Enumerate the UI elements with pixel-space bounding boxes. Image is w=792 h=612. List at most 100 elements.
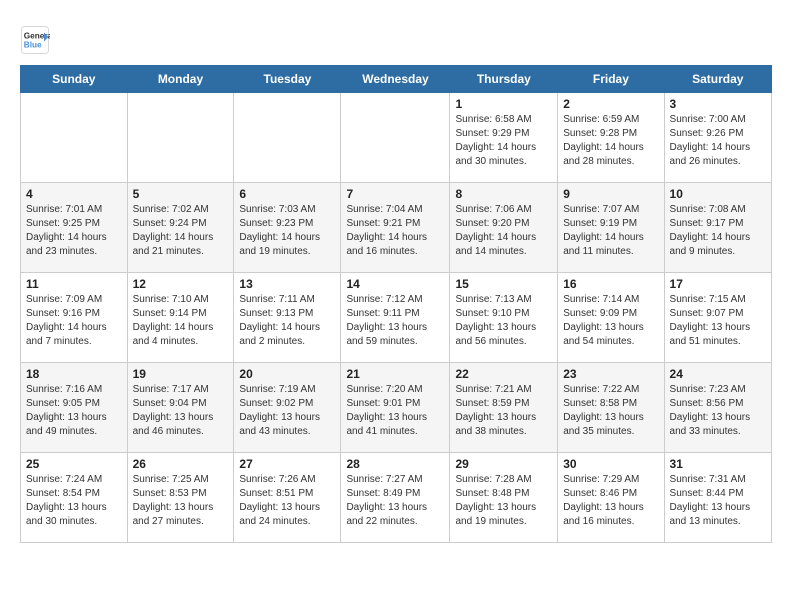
day-info: Sunrise: 7:17 AM Sunset: 9:04 PM Dayligh… (133, 383, 229, 439)
day-of-week-header: Monday (127, 66, 234, 93)
calendar-cell: 11 Sunrise: 7:09 AM Sunset: 9:16 PM Dayli… (21, 273, 128, 363)
calendar-cell: 18 Sunrise: 7:16 AM Sunset: 9:05 PM Dayli… (21, 363, 128, 453)
day-of-week-header: Tuesday (234, 66, 341, 93)
day-number: 11 (26, 277, 122, 291)
calendar-cell: 8 Sunrise: 7:06 AM Sunset: 9:20 PM Daylig… (450, 183, 558, 273)
day-number: 2 (563, 97, 658, 111)
calendar-cell (234, 93, 341, 183)
day-number: 17 (670, 277, 766, 291)
day-info: Sunrise: 7:21 AM Sunset: 8:59 PM Dayligh… (455, 383, 552, 439)
day-number: 29 (455, 457, 552, 471)
calendar-week-row: 18 Sunrise: 7:16 AM Sunset: 9:05 PM Dayli… (21, 363, 772, 453)
day-info: Sunrise: 7:10 AM Sunset: 9:14 PM Dayligh… (133, 293, 229, 349)
calendar-cell: 28 Sunrise: 7:27 AM Sunset: 8:49 PM Dayli… (341, 453, 450, 543)
day-info: Sunrise: 7:19 AM Sunset: 9:02 PM Dayligh… (239, 383, 335, 439)
calendar-cell: 27Sunrise: 7:26 AM Sunset: 8:51 PM Dayli… (234, 453, 341, 543)
svg-text:Blue: Blue (24, 41, 42, 50)
day-number: 28 (346, 457, 444, 471)
calendar-cell: 4Sunrise: 7:01 AM Sunset: 9:25 PM Daylig… (21, 183, 128, 273)
day-number: 8 (455, 187, 552, 201)
calendar-table: SundayMondayTuesdayWednesdayThursdayFrid… (20, 65, 772, 543)
calendar-cell: 21 Sunrise: 7:20 AM Sunset: 9:01 PM Dayli… (341, 363, 450, 453)
calendar-week-row: 4Sunrise: 7:01 AM Sunset: 9:25 PM Daylig… (21, 183, 772, 273)
calendar-cell: 20 Sunrise: 7:19 AM Sunset: 9:02 PM Dayli… (234, 363, 341, 453)
calendar-cell: 3 Sunrise: 7:00 AM Sunset: 9:26 PM Daylig… (664, 93, 771, 183)
calendar-cell (21, 93, 128, 183)
day-number: 26 (133, 457, 229, 471)
logo-icon: General Blue (20, 25, 50, 55)
day-number: 31 (670, 457, 766, 471)
calendar-cell: 1 Sunrise: 6:58 AM Sunset: 9:29 PM Daylig… (450, 93, 558, 183)
day-number: 9 (563, 187, 658, 201)
calendar-cell: 6 Sunrise: 7:03 AM Sunset: 9:23 PM Daylig… (234, 183, 341, 273)
calendar-cell: 5 Sunrise: 7:02 AM Sunset: 9:24 PM Daylig… (127, 183, 234, 273)
calendar-cell: 25Sunrise: 7:24 AM Sunset: 8:54 PM Dayli… (21, 453, 128, 543)
day-of-week-header: Sunday (21, 66, 128, 93)
calendar-cell: 17 Sunrise: 7:15 AM Sunset: 9:07 PM Dayli… (664, 273, 771, 363)
day-info: Sunrise: 7:03 AM Sunset: 9:23 PM Dayligh… (239, 203, 335, 259)
day-info: Sunrise: 7:24 AM Sunset: 8:54 PM Dayligh… (26, 473, 122, 529)
calendar-cell: 2 Sunrise: 6:59 AM Sunset: 9:28 PM Daylig… (558, 93, 664, 183)
day-number: 5 (133, 187, 229, 201)
day-info: Sunrise: 7:02 AM Sunset: 9:24 PM Dayligh… (133, 203, 229, 259)
calendar-cell: 22 Sunrise: 7:21 AM Sunset: 8:59 PM Dayli… (450, 363, 558, 453)
calendar-cell (341, 93, 450, 183)
calendar-cell: 13Sunrise: 7:11 AM Sunset: 9:13 PM Dayli… (234, 273, 341, 363)
day-info: Sunrise: 7:27 AM Sunset: 8:49 PM Dayligh… (346, 473, 444, 529)
day-number: 21 (346, 367, 444, 381)
day-number: 18 (26, 367, 122, 381)
calendar-cell: 15Sunrise: 7:13 AM Sunset: 9:10 PM Dayli… (450, 273, 558, 363)
day-of-week-header: Saturday (664, 66, 771, 93)
day-number: 1 (455, 97, 552, 111)
day-info: Sunrise: 7:15 AM Sunset: 9:07 PM Dayligh… (670, 293, 766, 349)
day-number: 7 (346, 187, 444, 201)
day-number: 20 (239, 367, 335, 381)
day-info: Sunrise: 6:58 AM Sunset: 9:29 PM Dayligh… (455, 113, 552, 169)
day-info: Sunrise: 7:09 AM Sunset: 9:16 PM Dayligh… (26, 293, 122, 349)
day-number: 19 (133, 367, 229, 381)
day-of-week-header: Wednesday (341, 66, 450, 93)
calendar-week-row: 25Sunrise: 7:24 AM Sunset: 8:54 PM Dayli… (21, 453, 772, 543)
day-info: Sunrise: 7:31 AM Sunset: 8:44 PM Dayligh… (670, 473, 766, 529)
day-number: 10 (670, 187, 766, 201)
day-number: 22 (455, 367, 552, 381)
day-info: Sunrise: 7:08 AM Sunset: 9:17 PM Dayligh… (670, 203, 766, 259)
day-number: 15 (455, 277, 552, 291)
day-number: 12 (133, 277, 229, 291)
day-number: 30 (563, 457, 658, 471)
calendar-cell: 26Sunrise: 7:25 AM Sunset: 8:53 PM Dayli… (127, 453, 234, 543)
day-info: Sunrise: 7:16 AM Sunset: 9:05 PM Dayligh… (26, 383, 122, 439)
day-number: 6 (239, 187, 335, 201)
day-number: 13 (239, 277, 335, 291)
day-info: Sunrise: 6:59 AM Sunset: 9:28 PM Dayligh… (563, 113, 658, 169)
day-info: Sunrise: 7:22 AM Sunset: 8:58 PM Dayligh… (563, 383, 658, 439)
day-info: Sunrise: 7:00 AM Sunset: 9:26 PM Dayligh… (670, 113, 766, 169)
day-info: Sunrise: 7:23 AM Sunset: 8:56 PM Dayligh… (670, 383, 766, 439)
day-info: Sunrise: 7:28 AM Sunset: 8:48 PM Dayligh… (455, 473, 552, 529)
calendar-week-row: 11 Sunrise: 7:09 AM Sunset: 9:16 PM Dayli… (21, 273, 772, 363)
calendar-cell: 24Sunrise: 7:23 AM Sunset: 8:56 PM Dayli… (664, 363, 771, 453)
day-number: 3 (670, 97, 766, 111)
days-of-week-row: SundayMondayTuesdayWednesdayThursdayFrid… (21, 66, 772, 93)
calendar-cell: 9 Sunrise: 7:07 AM Sunset: 9:19 PM Daylig… (558, 183, 664, 273)
calendar-cell: 7 Sunrise: 7:04 AM Sunset: 9:21 PM Daylig… (341, 183, 450, 273)
logo: General Blue (20, 25, 54, 55)
day-number: 14 (346, 277, 444, 291)
day-info: Sunrise: 7:07 AM Sunset: 9:19 PM Dayligh… (563, 203, 658, 259)
day-info: Sunrise: 7:14 AM Sunset: 9:09 PM Dayligh… (563, 293, 658, 349)
day-number: 27 (239, 457, 335, 471)
calendar-cell: 19 Sunrise: 7:17 AM Sunset: 9:04 PM Dayli… (127, 363, 234, 453)
day-info: Sunrise: 7:06 AM Sunset: 9:20 PM Dayligh… (455, 203, 552, 259)
day-info: Sunrise: 7:01 AM Sunset: 9:25 PM Dayligh… (26, 203, 122, 259)
calendar-cell: 29 Sunrise: 7:28 AM Sunset: 8:48 PM Dayli… (450, 453, 558, 543)
day-info: Sunrise: 7:04 AM Sunset: 9:21 PM Dayligh… (346, 203, 444, 259)
day-of-week-header: Thursday (450, 66, 558, 93)
calendar-cell: 31 Sunrise: 7:31 AM Sunset: 8:44 PM Dayli… (664, 453, 771, 543)
calendar-cell: 10 Sunrise: 7:08 AM Sunset: 9:17 PM Dayli… (664, 183, 771, 273)
calendar-header: SundayMondayTuesdayWednesdayThursdayFrid… (21, 66, 772, 93)
day-info: Sunrise: 7:29 AM Sunset: 8:46 PM Dayligh… (563, 473, 658, 529)
page-header: General Blue (20, 20, 772, 55)
calendar-cell: 14Sunrise: 7:12 AM Sunset: 9:11 PM Dayli… (341, 273, 450, 363)
calendar-cell: 30 Sunrise: 7:29 AM Sunset: 8:46 PM Dayli… (558, 453, 664, 543)
day-info: Sunrise: 7:20 AM Sunset: 9:01 PM Dayligh… (346, 383, 444, 439)
